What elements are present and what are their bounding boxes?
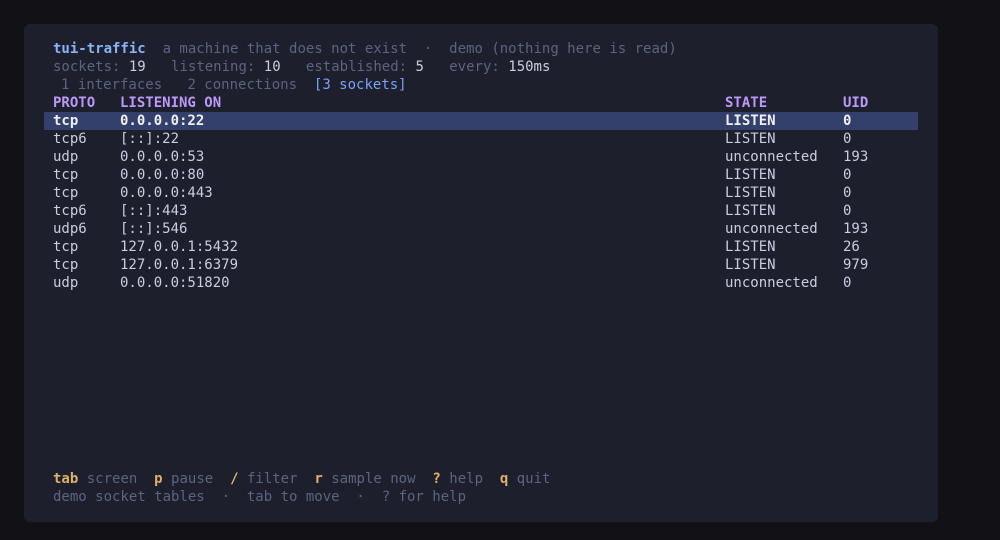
- cell-uid: 979: [843, 257, 869, 273]
- cell-proto: udp: [53, 275, 79, 291]
- cell-uid: 0: [843, 275, 852, 291]
- cell-uid: 0: [843, 113, 852, 129]
- key-pause[interactable]: p: [154, 471, 162, 487]
- cell-proto: tcp: [53, 185, 79, 201]
- cell-uid: 0: [843, 203, 852, 219]
- cell-uid: 26: [843, 239, 860, 255]
- app-title: tui-traffic: [53, 41, 146, 57]
- key-quit-label: quit: [516, 471, 551, 487]
- key-sample[interactable]: r: [314, 471, 322, 487]
- cell-proto: tcp: [53, 113, 79, 129]
- table-row[interactable]: udp 0.0.0.0:53 unconnected 193: [44, 148, 918, 166]
- key-filter[interactable]: /: [230, 471, 238, 487]
- cell-proto: udp6: [53, 221, 87, 237]
- cell-address: [::]:22: [120, 131, 180, 147]
- key-tab[interactable]: tab: [53, 471, 78, 487]
- app-subtitle: a machine that does not exist: [162, 41, 408, 57]
- sockets-count: 19: [128, 59, 146, 75]
- mode-label: demo (nothing here is read): [449, 41, 677, 57]
- refresh-interval: 150ms: [508, 59, 551, 75]
- cell-proto: tcp6: [53, 203, 87, 219]
- cell-uid: 0: [843, 167, 852, 183]
- table-row[interactable]: tcp 127.0.0.1:6379 LISTEN 979: [44, 256, 918, 274]
- cell-uid: 0: [843, 131, 852, 147]
- tab-sockets[interactable]: [3 sockets]: [314, 77, 407, 93]
- key-sample-label: sample now: [331, 471, 416, 487]
- column-header-state[interactable]: STATE: [725, 94, 767, 112]
- key-help[interactable]: ?: [432, 471, 440, 487]
- terminal-window: tui-traffic a machine that does not exis…: [24, 24, 938, 522]
- cell-proto: tcp: [53, 167, 79, 183]
- cell-proto: tcp6: [53, 131, 87, 147]
- cell-address: 0.0.0.0:22: [120, 113, 205, 129]
- established-count: 5: [415, 59, 424, 75]
- keybinding-bar: tab screen p pause / filter r sample now…: [53, 470, 550, 488]
- table-row[interactable]: udp 0.0.0.0:51820 unconnected 0: [44, 274, 918, 292]
- cell-address: 127.0.0.1:5432: [120, 239, 239, 255]
- cell-state: unconnected: [725, 221, 818, 237]
- cell-state: LISTEN: [725, 257, 776, 273]
- cell-address: 0.0.0.0:53: [120, 149, 205, 165]
- cell-state: LISTEN: [725, 185, 776, 201]
- cell-state: unconnected: [725, 275, 818, 291]
- cell-address: 0.0.0.0:443: [120, 185, 213, 201]
- table-row[interactable]: tcp6 [::]:443 LISTEN 0: [44, 202, 918, 220]
- column-header-proto[interactable]: PROTO: [53, 94, 95, 112]
- cell-state: LISTEN: [725, 239, 776, 255]
- title-line: tui-traffic a machine that does not exis…: [53, 40, 677, 58]
- cell-address: 127.0.0.1:6379: [120, 257, 239, 273]
- cell-state: LISTEN: [725, 131, 776, 147]
- cell-state: LISTEN: [725, 167, 776, 183]
- cell-state: unconnected: [725, 149, 818, 165]
- column-header-listening-on[interactable]: LISTENING ON: [120, 94, 221, 112]
- cell-uid: 193: [843, 149, 869, 165]
- sockets-label: sockets:: [53, 59, 121, 75]
- table-header: PROTO LISTENING ON STATE UID: [44, 94, 918, 112]
- cell-proto: udp: [53, 149, 79, 165]
- cell-address: [::]:546: [120, 221, 188, 237]
- cell-address: 0.0.0.0:80: [120, 167, 205, 183]
- tab-bar: 1 interfaces 2 connections [3 sockets]: [61, 76, 407, 94]
- cell-state: LISTEN: [725, 113, 776, 129]
- tab-interfaces[interactable]: 1 interfaces: [61, 77, 162, 93]
- every-label: every:: [449, 59, 500, 75]
- cell-proto: tcp: [53, 239, 79, 255]
- table-row[interactable]: tcp 0.0.0.0:80 LISTEN 0: [44, 166, 918, 184]
- established-label: established:: [305, 59, 408, 75]
- table-row[interactable]: tcp 0.0.0.0:443 LISTEN 0: [44, 184, 918, 202]
- cell-address: [::]:443: [120, 203, 188, 219]
- cell-address: 0.0.0.0:51820: [120, 275, 230, 291]
- cell-proto: tcp: [53, 257, 79, 273]
- key-help-label: help: [449, 471, 483, 487]
- table-row-selected[interactable]: tcp 0.0.0.0:22 LISTEN 0: [44, 112, 918, 130]
- cell-uid: 0: [843, 185, 852, 201]
- tab-connections[interactable]: 2 connections: [187, 77, 297, 93]
- listening-label: listening:: [171, 59, 256, 75]
- key-filter-label: filter: [246, 471, 298, 487]
- table-row[interactable]: udp6 [::]:546 unconnected 193: [44, 220, 918, 238]
- title-separator: ·: [423, 41, 433, 57]
- key-quit[interactable]: q: [500, 471, 508, 487]
- key-tab-label: screen: [86, 471, 138, 487]
- listening-count: 10: [263, 59, 281, 75]
- stats-line: sockets: 19 listening: 10 established: 5…: [53, 58, 550, 76]
- table-row[interactable]: tcp 127.0.0.1:5432 LISTEN 26: [44, 238, 918, 256]
- cell-uid: 193: [843, 221, 869, 237]
- status-hint: demo socket tables · tab to move · ? for…: [53, 489, 467, 505]
- key-pause-label: pause: [171, 471, 214, 487]
- table-row[interactable]: tcp6 [::]:22 LISTEN 0: [44, 130, 918, 148]
- column-header-uid[interactable]: UID: [843, 94, 868, 112]
- cell-state: LISTEN: [725, 203, 776, 219]
